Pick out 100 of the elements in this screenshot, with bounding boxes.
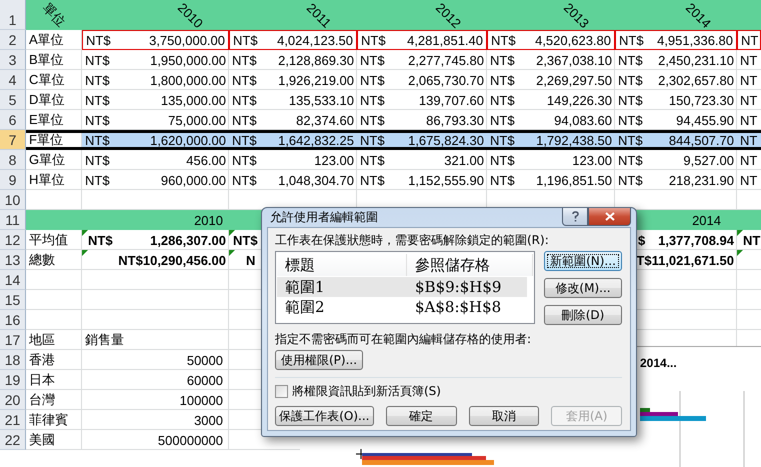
amount-text: 135,533.10 [288, 92, 354, 108]
currency-symbol: NT$ [619, 32, 644, 48]
range-item[interactable]: 範圍2 $A$8:$H$8 [277, 297, 527, 317]
row-number[interactable]: 22 [0, 430, 26, 450]
range-reference: $A$8:$H$8 [414, 298, 502, 316]
amount-text: 1,620,000.00 [150, 132, 226, 148]
row-number[interactable]: 9 [0, 170, 26, 190]
amount-text: NT$10,290,456.00 [118, 252, 226, 268]
amount-text: 4,520,623.80 [535, 32, 611, 48]
checkbox-label: 將權限資訊貼到新活頁簿(S) [292, 384, 441, 399]
amount-text: 149,226.30 [546, 92, 612, 108]
amount-text: 9,527.00 [683, 152, 734, 168]
amount-text: 2,065,730.70 [408, 72, 484, 88]
row-number[interactable]: 3 [0, 50, 26, 70]
row-number[interactable]: 19 [0, 370, 26, 390]
amount-text: 123.00 [572, 152, 612, 168]
currency-symbol: NT$ [85, 92, 110, 108]
unit-label: C單位 [29, 71, 64, 89]
dialog-button[interactable]: 確定 [386, 406, 456, 426]
currency-symbol: NT$ [490, 72, 515, 88]
checkbox[interactable] [275, 385, 288, 398]
sales-value: 500000000 [158, 432, 223, 448]
range-button[interactable]: 刪除(D) [544, 305, 622, 325]
row-number[interactable]: 21 [0, 410, 26, 430]
region-label: 日本 [29, 371, 55, 389]
ranges-list[interactable]: 標題 參照儲存格 範圍1 $B$9:$H$9 範圍2 $A$8:$H$8 [275, 251, 535, 324]
currency-symbol: NT$ [360, 152, 385, 168]
list-column-header[interactable]: 參照儲存格 [407, 254, 533, 276]
currency-symbol: NT$ [360, 72, 385, 88]
currency-symbol: NT$ [360, 52, 385, 68]
row-number[interactable]: 17 [0, 330, 26, 350]
close-icon [604, 212, 614, 221]
row-number[interactable]: 11 [0, 210, 26, 230]
row-number[interactable]: 20 [0, 390, 26, 410]
amount-text: 1,926,219.00 [278, 72, 354, 88]
currency-symbol: NT$ [360, 112, 385, 128]
amount-text: 1,675,824.30 [408, 132, 484, 148]
amount-text: 2,450,231.10 [658, 52, 734, 68]
currency-symbol: NT$ [490, 132, 515, 148]
range-title: 範圍2 [284, 298, 326, 316]
list-column-header[interactable]: 標題 [277, 254, 407, 276]
unit-label: B單位 [29, 51, 64, 69]
currency-symbol: NT [740, 92, 758, 108]
row-number[interactable]: 4 [0, 70, 26, 90]
row-number[interactable]: 13 [0, 250, 26, 270]
close-button[interactable] [588, 208, 631, 226]
amount-text: 1,196,851.50 [536, 172, 612, 188]
amount-text: 75,000.00 [168, 112, 226, 128]
amount-text: 218,231.90 [668, 172, 734, 188]
amount-text: 4,951,336.80 [657, 32, 733, 48]
dialog-button[interactable]: 保護工作表(O)... [275, 406, 374, 426]
row-number[interactable]: 5 [0, 90, 26, 110]
year-label: 2014 [692, 212, 721, 228]
currency-symbol: NT$ [232, 52, 257, 68]
dialog-button[interactable]: 取消 [468, 406, 540, 426]
row-number[interactable]: 2 [0, 30, 26, 50]
amount-text: 4,024,123.50 [277, 32, 353, 48]
currency-symbol: NT [740, 152, 758, 168]
region-label: 香港 [29, 351, 55, 369]
currency-symbol: NT$ [490, 52, 515, 68]
row-number[interactable]: 15 [0, 290, 26, 310]
amount-text: 135,000.00 [160, 92, 226, 108]
row-number[interactable]: 10 [0, 190, 26, 210]
currency-symbol: NT$ [618, 92, 643, 108]
row-number[interactable]: 7 [0, 130, 26, 150]
amount-text: 86,793.30 [426, 112, 484, 128]
currency-symbol: NT$ [87, 232, 113, 248]
sales-value: 100000 [180, 392, 223, 408]
row-number[interactable]: 12 [0, 230, 26, 250]
unit-label: E單位 [29, 111, 64, 129]
help-button[interactable] [562, 208, 588, 226]
currency-symbol: NT$ [85, 72, 110, 88]
currency-symbol: NT$ [232, 72, 257, 88]
permissions-button[interactable]: 使用權限(P)... [275, 350, 363, 370]
row-number[interactable]: 16 [0, 310, 26, 330]
amount-text: 321.00 [444, 152, 484, 168]
range-button[interactable]: 新範圍(N)... [544, 251, 622, 271]
currency-symbol: NT$ [618, 52, 643, 68]
currency-symbol: NT$ [618, 72, 643, 88]
row-number[interactable]: 6 [0, 110, 26, 130]
amount-text: 139,707.60 [418, 92, 484, 108]
row-number[interactable]: 14 [0, 270, 26, 290]
amount-text: 2,302,657.80 [658, 72, 734, 88]
range-item[interactable]: 範圍1 $B$9:$H$9 [277, 277, 527, 297]
row-number[interactable]: 18 [0, 350, 26, 370]
currency-symbol: NT [740, 52, 758, 68]
region-label: 菲律賓 [29, 411, 68, 429]
amount-text: T$11,021,671.50 [636, 252, 734, 268]
row-number[interactable]: 1 [0, 0, 26, 30]
row-number[interactable]: 8 [0, 150, 26, 170]
amount-text: 1,792,438.50 [536, 132, 612, 148]
amount-text: 844,507.70 [668, 132, 734, 148]
range-button[interactable]: 修改(M)... [544, 278, 622, 298]
currency-symbol: NT$ [490, 152, 515, 168]
currency-symbol: NT [741, 32, 758, 48]
ranges-prompt: 工作表在保護狀態時，需要密碼解除鎖定的範圍(R): [275, 233, 550, 248]
amount-text: 2,128,869.30 [278, 52, 354, 68]
currency-symbol: NT$ [618, 152, 643, 168]
currency-symbol: NT$ [85, 172, 110, 188]
summary-label: 平均值 [29, 231, 68, 249]
